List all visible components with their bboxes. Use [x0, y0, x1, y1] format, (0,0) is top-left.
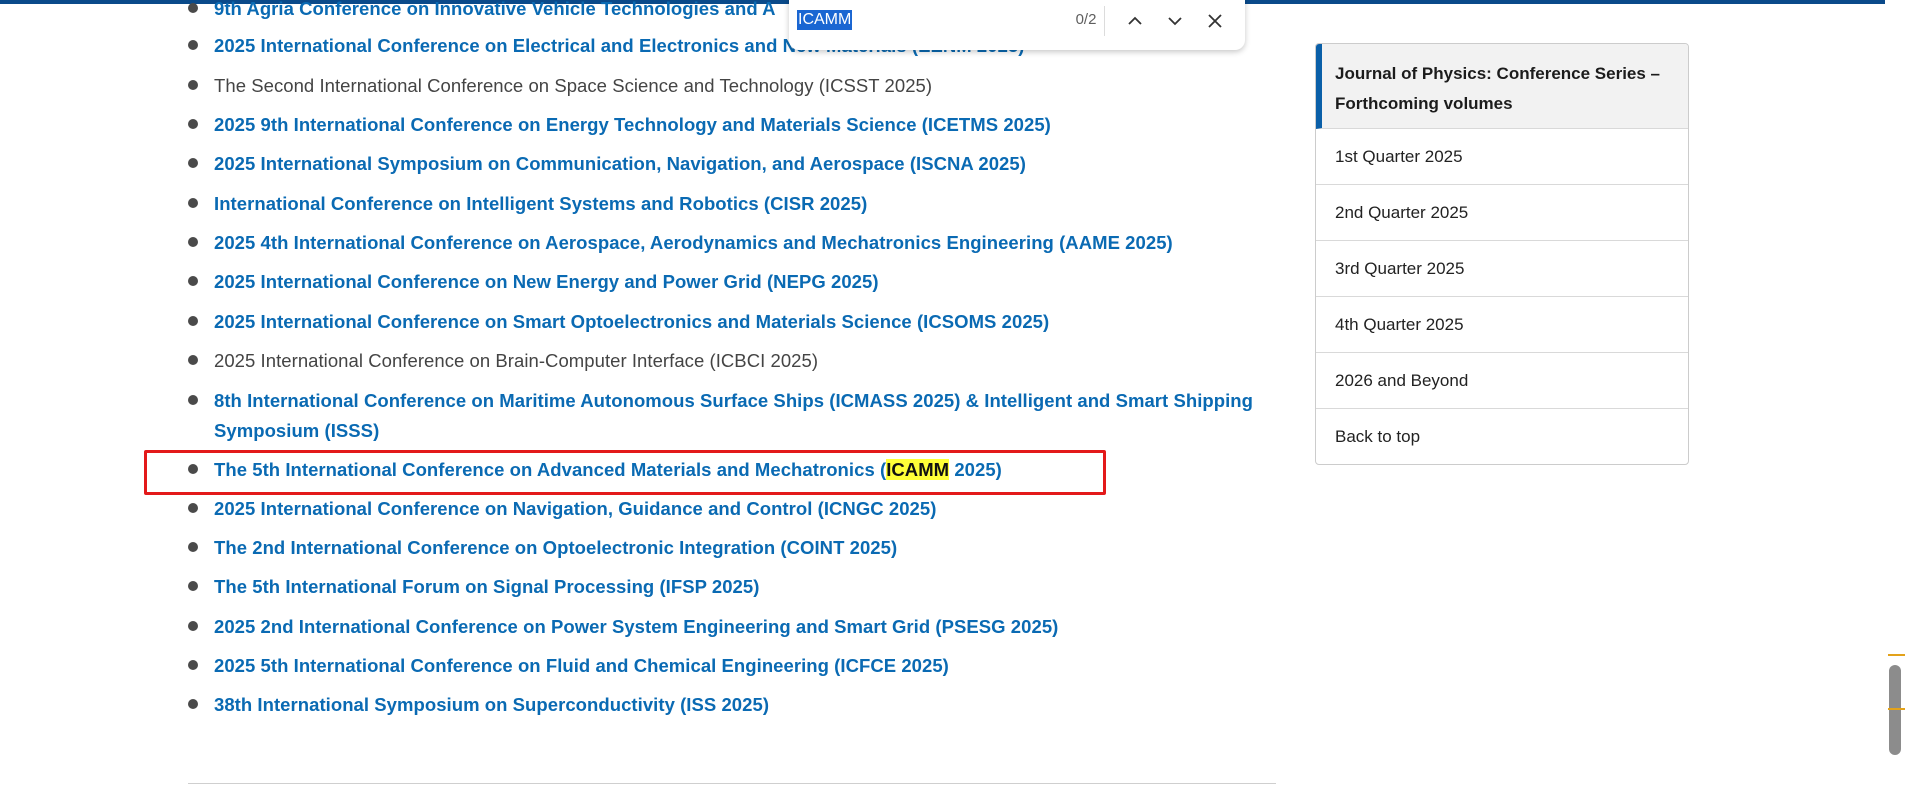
sidebar-item-q4-2025[interactable]: 4th Quarter 2025	[1316, 297, 1688, 353]
scrollbar-find-marker	[1888, 708, 1905, 710]
close-icon	[1208, 14, 1222, 28]
sidebar-item-2026-and-beyond[interactable]: 2026 and Beyond	[1316, 353, 1688, 409]
search-match-highlight: ICAMM	[886, 459, 950, 480]
conference-link[interactable]: 38th International Symposium on Supercon…	[214, 690, 769, 720]
link-text-after: 2025)	[949, 459, 1002, 480]
list-item: The 5th International Forum on Signal Pr…	[188, 572, 1278, 602]
conference-link[interactable]: The 2nd International Conference on Opto…	[214, 533, 897, 563]
list-item: 2025 International Conference on Brain-C…	[188, 346, 1278, 376]
conference-link-text[interactable]: 2025 5th International Conference on Flu…	[214, 655, 949, 676]
conference-link[interactable]: International Conference on Intelligent …	[214, 189, 867, 219]
conference-link-text[interactable]: 38th International Symposium on Supercon…	[214, 694, 769, 715]
list-item: 2025 International Conference on New Ene…	[188, 267, 1278, 297]
bullet-icon	[188, 542, 198, 552]
conference-link-text[interactable]: 2025 International Conference on Navigat…	[214, 498, 936, 519]
conference-link[interactable]: 2025 2nd International Conference on Pow…	[214, 612, 1058, 642]
bullet-icon	[188, 158, 198, 168]
conference-link[interactable]: 2025 International Conference on New Ene…	[214, 267, 879, 297]
bullet-icon	[188, 40, 198, 50]
bullet-icon	[188, 660, 198, 670]
bullet-icon	[188, 237, 198, 247]
bullet-icon	[188, 503, 198, 513]
conference-link[interactable]: 9th Agria Conference on Innovative Vehic…	[214, 0, 776, 24]
list-item: The Second International Conference on S…	[188, 71, 1278, 101]
bullet-icon	[188, 80, 198, 90]
list-item: 38th International Symposium on Supercon…	[188, 690, 1278, 720]
conference-link[interactable]: 2025 5th International Conference on Flu…	[214, 651, 949, 681]
scrollbar-find-marker	[1888, 654, 1905, 656]
bullet-icon	[188, 621, 198, 631]
conference-link-text[interactable]: International Conference on Intelligent …	[214, 193, 867, 214]
bullet-icon	[188, 3, 198, 13]
bullet-icon	[188, 119, 198, 129]
conference-link-text[interactable]: The 2nd International Conference on Opto…	[214, 537, 897, 558]
conference-link-text[interactable]: 9th Agria Conference on Innovative Vehic…	[214, 0, 776, 19]
conference-link[interactable]: 2025 International Symposium on Communic…	[214, 149, 1026, 179]
main-content: 9th Agria Conference on Innovative Vehic…	[0, 0, 1310, 791]
conference-link-text[interactable]: The 5th International Forum on Signal Pr…	[214, 576, 759, 597]
bullet-icon	[188, 316, 198, 326]
list-item: 2025 International Conference on Navigat…	[188, 494, 1278, 524]
list-item: International Conference on Intelligent …	[188, 189, 1278, 219]
conference-link-text[interactable]: 2025 International Conference on New Ene…	[214, 271, 879, 292]
conference-link-text[interactable]: 2025 International Conference on Smart O…	[214, 311, 1049, 332]
bullet-icon	[188, 464, 198, 474]
find-divider	[1104, 6, 1105, 36]
scrollbar-thumb[interactable]	[1889, 665, 1901, 755]
sidebar-item-back-to-top[interactable]: Back to top	[1316, 409, 1688, 464]
conference-link-text[interactable]: 2025 9th International Conference on Ene…	[214, 114, 1051, 135]
sidebar-item-q3-2025[interactable]: 3rd Quarter 2025	[1316, 241, 1688, 297]
find-in-page-bar: ICAMM 0/2	[789, 0, 1245, 50]
sidebar-title: Journal of Physics: Conference Series – …	[1335, 64, 1661, 113]
bullet-icon	[188, 395, 198, 405]
find-next-button[interactable]	[1160, 6, 1190, 36]
conference-link[interactable]: 2025 International Conference on Smart O…	[214, 307, 1049, 337]
list-item: 2025 International Symposium on Communic…	[188, 149, 1278, 179]
sidebar-item-q2-2025[interactable]: 2nd Quarter 2025	[1316, 185, 1688, 241]
list-item: The 5th International Conference on Adva…	[188, 455, 1278, 485]
list-item: 2025 4th International Conference on Aer…	[188, 228, 1278, 258]
bullet-icon	[188, 581, 198, 591]
conference-link-text[interactable]: 2025 2nd International Conference on Pow…	[214, 616, 1058, 637]
forthcoming-volumes-sidebar: Journal of Physics: Conference Series – …	[1315, 43, 1689, 465]
list-item: 2025 9th International Conference on Ene…	[188, 110, 1278, 140]
section-divider	[188, 783, 1276, 784]
conference-link[interactable]: The 5th International Forum on Signal Pr…	[214, 572, 759, 602]
list-item: 2025 International Conference on Smart O…	[188, 307, 1278, 337]
chevron-up-icon	[1128, 16, 1142, 25]
conference-name: 2025 International Conference on Brain-C…	[214, 350, 819, 371]
conference-link[interactable]: 2025 4th International Conference on Aer…	[214, 228, 1173, 258]
conference-link-text[interactable]: 2025 4th International Conference on Aer…	[214, 232, 1173, 253]
conference-link[interactable]: 2025 International Conference on Navigat…	[214, 494, 936, 524]
bullet-icon	[188, 276, 198, 286]
conference-link-text[interactable]: 2025 International Symposium on Communic…	[214, 153, 1026, 174]
conference-link-text[interactable]: 8th International Conference on Maritime…	[214, 390, 1253, 441]
find-close-button[interactable]	[1200, 6, 1230, 36]
find-previous-button[interactable]	[1120, 6, 1150, 36]
sidebar-item-q1-2025[interactable]: 1st Quarter 2025	[1316, 129, 1688, 185]
conference-link-icamm[interactable]: The 5th International Conference on Adva…	[214, 455, 1002, 485]
list-item: The 2nd International Conference on Opto…	[188, 533, 1278, 563]
chevron-down-icon	[1168, 17, 1182, 26]
bullet-icon	[188, 699, 198, 709]
list-item: 8th International Conference on Maritime…	[188, 386, 1278, 446]
find-query-selected[interactable]: ICAMM	[797, 10, 853, 30]
conference-name: The Second International Conference on S…	[214, 75, 933, 96]
sidebar-header: Journal of Physics: Conference Series – …	[1316, 44, 1688, 129]
conference-link-text[interactable]: The 5th International Conference on Adva…	[214, 459, 1002, 480]
bullet-icon	[188, 355, 198, 365]
conference-link[interactable]: 8th International Conference on Maritime…	[214, 386, 1264, 446]
conference-link[interactable]: 2025 9th International Conference on Ene…	[214, 110, 1051, 140]
bullet-icon	[188, 198, 198, 208]
list-item: 2025 5th International Conference on Flu…	[188, 651, 1278, 681]
link-text-before: The 5th International Conference on Adva…	[214, 459, 887, 480]
list-item: 2025 2nd International Conference on Pow…	[188, 612, 1278, 642]
